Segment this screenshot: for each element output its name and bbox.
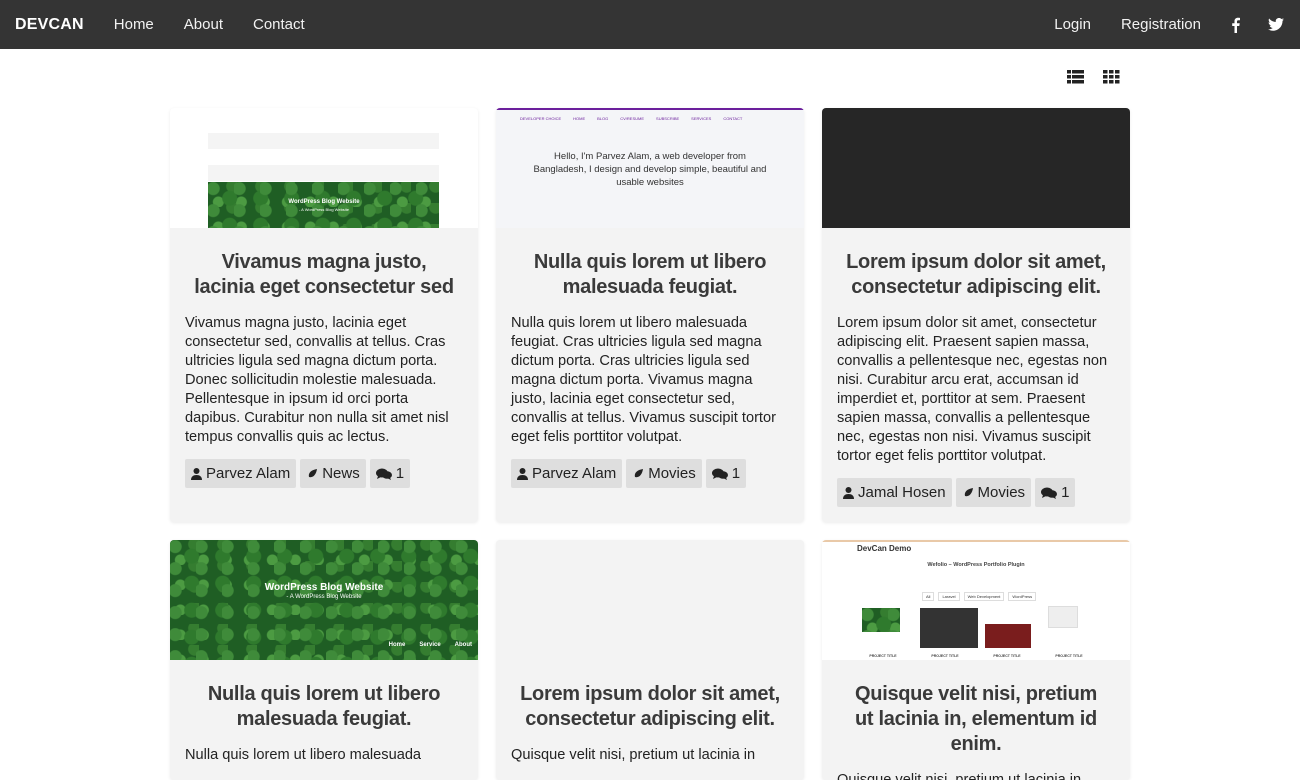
user-nav: Login Registration <box>1054 16 1300 33</box>
post-thumbnail[interactable]: DevCan Demo Wefolio – WordPress Portfoli… <box>822 540 1130 660</box>
nav-contact-link[interactable]: Contact <box>253 16 305 33</box>
post-title[interactable]: Nulla quis lorem ut libero malesuada feu… <box>185 682 463 732</box>
thumb-filters: All Laravel Web Development WordPress <box>922 592 1037 601</box>
author-tag[interactable]: Parvez Alam <box>511 459 623 488</box>
thumb-links: Home Service About <box>388 642 472 648</box>
thumb-subtitle: - A WordPress Blog Website <box>286 594 362 600</box>
user-icon <box>517 467 528 480</box>
category-name: Movies <box>977 484 1026 501</box>
post-thumbnail[interactable] <box>496 540 804 660</box>
nav-login-link[interactable]: Login <box>1054 16 1091 33</box>
comments-icon <box>375 468 392 480</box>
comments-tag[interactable]: 1 <box>1035 478 1076 507</box>
post-thumbnail[interactable] <box>822 108 1130 228</box>
category-tag[interactable]: News <box>300 459 366 488</box>
post-title[interactable]: Lorem ipsum dolor sit amet, consectetur … <box>837 250 1115 300</box>
user-icon <box>843 486 854 499</box>
view-toggle-group <box>1067 70 1120 84</box>
top-navbar: DEVCAN Home About Contact Login Registra… <box>0 0 1300 49</box>
post-title[interactable]: Nulla quis lorem ut libero malesuada feu… <box>511 250 789 300</box>
category-name: Movies <box>648 465 696 482</box>
user-icon <box>191 467 202 480</box>
thumb-title: WordPress Blog Website <box>288 199 360 205</box>
nav-about-link[interactable]: About <box>184 16 223 33</box>
main-nav: Home About Contact <box>114 16 335 33</box>
post-card: Lorem ipsum dolor sit amet, consectetur … <box>496 540 804 780</box>
comment-count: 1 <box>731 465 741 482</box>
comments-icon <box>711 468 728 480</box>
post-meta: Jamal Hosen Movies 1 <box>837 478 1115 507</box>
list-view-icon[interactable] <box>1067 70 1084 84</box>
comment-count: 1 <box>1061 484 1070 501</box>
thumb-subtitle: - A WordPress Blog Website <box>298 207 350 212</box>
category-name: News <box>322 465 360 482</box>
post-thumbnail[interactable]: WordPress Blog Website - A WordPress Blo… <box>170 540 478 660</box>
post-meta: Parvez Alam News 1 <box>185 459 463 488</box>
post-excerpt: Quisque velit nisi, pretium ut lacinia i… <box>511 747 756 763</box>
thumb-title: WordPress Blog Website <box>264 582 384 593</box>
brand-logo[interactable]: DEVCAN <box>15 16 84 34</box>
thumb-heading: Wefolio – WordPress Portfolio Plugin <box>927 562 1025 568</box>
post-excerpt: Nulla quis lorem ut libero malesuada <box>185 747 422 763</box>
post-title[interactable]: Vivamus magna justo, lacinia eget consec… <box>185 250 463 300</box>
category-tag[interactable]: Movies <box>626 459 702 488</box>
post-thumbnail[interactable]: DEVELOPER CHOICE HOME BLOG CV/RESUME SUBSCRI… <box>496 108 804 228</box>
post-card: DEVELOPER CHOICE HOME BLOG CV/RESUME SUBSCRI… <box>496 108 804 522</box>
post-card: Lorem ipsum dolor sit amet, consectetur … <box>822 108 1130 522</box>
post-excerpt: Vivamus magna justo, lacinia eget consec… <box>185 315 449 445</box>
author-name: Parvez Alam <box>206 465 291 482</box>
facebook-icon[interactable] <box>1231 17 1240 33</box>
author-tag[interactable]: Parvez Alam <box>185 459 297 488</box>
post-title[interactable]: Quisque velit nisi, pretium ut lacinia i… <box>837 682 1115 757</box>
thumb-brand: DevCan Demo <box>857 544 912 553</box>
comments-icon <box>1041 487 1058 499</box>
leaf-icon <box>962 487 973 498</box>
nav-home-link[interactable]: Home <box>114 16 154 33</box>
post-title[interactable]: Lorem ipsum dolor sit amet, consectetur … <box>511 682 789 732</box>
author-name: Jamal Hosen <box>858 484 946 501</box>
leaf-icon <box>633 468 644 479</box>
post-card: WordPress Blog Website - A WordPress Blo… <box>170 108 478 522</box>
twitter-icon[interactable] <box>1268 18 1284 31</box>
thumb-item-labels: PROJECT TITLE PROJECT TITLE PROJECT TITLE P… <box>869 654 1083 658</box>
social-links <box>1231 17 1284 33</box>
author-tag[interactable]: Jamal Hosen <box>837 478 952 507</box>
post-card: DevCan Demo Wefolio – WordPress Portfoli… <box>822 540 1130 780</box>
nav-registration-link[interactable]: Registration <box>1121 16 1201 33</box>
post-excerpt: Quisque velit nisi, pretium ut lacinia i… <box>837 772 1082 780</box>
post-thumbnail[interactable]: WordPress Blog Website - A WordPress Blo… <box>170 108 478 228</box>
author-name: Parvez Alam <box>532 465 617 482</box>
comments-tag[interactable]: 1 <box>705 459 747 488</box>
grid-view-icon[interactable] <box>1103 70 1120 84</box>
leaf-icon <box>307 468 318 479</box>
comment-count: 1 <box>395 465 405 482</box>
post-card: WordPress Blog Website - A WordPress Blo… <box>170 540 478 780</box>
thumb-nav: DEVELOPER CHOICE HOME BLOG CV/RESUME SUBSCRI… <box>520 116 743 121</box>
category-tag[interactable]: Movies <box>955 478 1032 507</box>
post-excerpt: Lorem ipsum dolor sit amet, consectetur … <box>837 315 1108 464</box>
thumb-intro-text: Hello, I'm Parvez Alam, a web developer … <box>533 151 767 188</box>
post-meta: Parvez Alam Movies 1 <box>511 459 789 488</box>
post-excerpt: Nulla quis lorem ut libero malesuada feu… <box>511 315 776 445</box>
comments-tag[interactable]: 1 <box>369 459 411 488</box>
